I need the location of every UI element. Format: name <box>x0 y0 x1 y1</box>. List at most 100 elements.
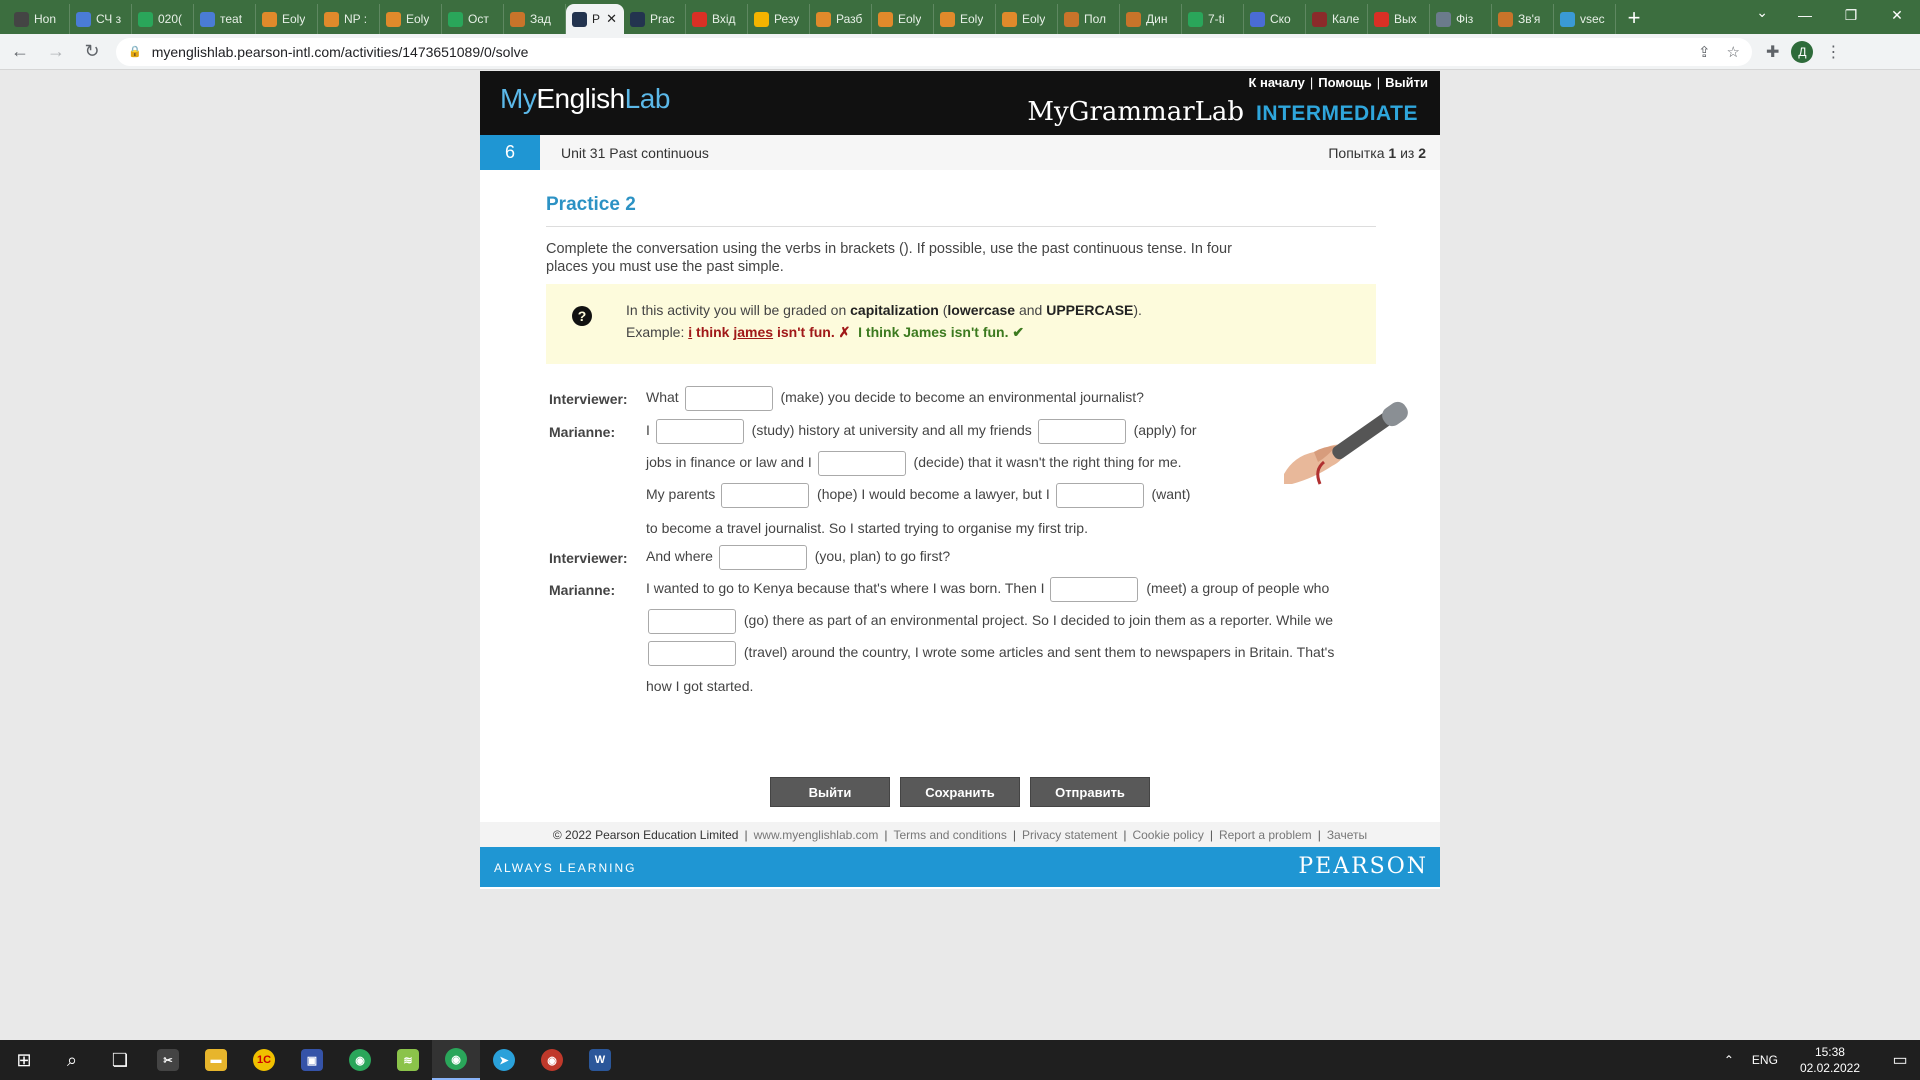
answer-input-you-plan[interactable] <box>718 545 807 570</box>
browser-tab[interactable]: Ско <box>1244 4 1306 34</box>
chrome-profile-icon[interactable]: ◉ <box>528 1040 576 1080</box>
tab-label: NP : <box>344 12 368 26</box>
lock-icon[interactable]: 🔒 <box>128 45 142 58</box>
browser-tab[interactable]: vsec <box>1554 4 1616 34</box>
footer-link-terms[interactable]: Terms and conditions <box>893 828 1006 842</box>
chrome-active-icon[interactable]: ◉ <box>432 1040 480 1080</box>
browser-tab[interactable]: 020( <box>132 4 194 34</box>
language-indicator[interactable]: ENG <box>1752 1053 1778 1067</box>
browser-tab[interactable]: Зад <box>504 4 566 34</box>
help-link[interactable]: Помощь <box>1318 75 1371 90</box>
browser-tab[interactable]: Кале <box>1306 4 1368 34</box>
notifications-icon[interactable]: ▭ <box>1880 1050 1920 1070</box>
browser-tab[interactable]: Резу <box>748 4 810 34</box>
tab-search-icon[interactable]: ⌄ <box>1756 4 1768 21</box>
clock[interactable]: 15:38 02.02.2022 <box>1800 1044 1860 1076</box>
windows-start-icon[interactable]: ⊞ <box>0 1040 48 1080</box>
browser-toolbar: ← → ↻ 🔒 myenglishlab.pearson-intl.com/ac… <box>0 34 1920 70</box>
footer-link-site[interactable]: www.myenglishlab.com <box>754 828 879 842</box>
bookmark-star-icon[interactable]: ☆ <box>1727 43 1740 61</box>
logout-link[interactable]: Выйти <box>1385 75 1428 90</box>
save-button[interactable]: Сохранить <box>900 777 1020 807</box>
browser-tab[interactable]: Вых <box>1368 4 1430 34</box>
chrome-icon[interactable]: ◉ <box>336 1040 384 1080</box>
text-segment: And where <box>646 548 713 565</box>
file-explorer-icon[interactable]: ▬ <box>192 1040 240 1080</box>
check-icon: ✔ <box>1012 324 1025 340</box>
close-window-icon[interactable]: ✕ <box>1874 0 1920 30</box>
save-disk-icon[interactable]: ▣ <box>288 1040 336 1080</box>
stack-app-icon[interactable]: ≋ <box>384 1040 432 1080</box>
browser-tab[interactable]: Hon <box>8 4 70 34</box>
task-view-icon[interactable]: ❏ <box>96 1040 144 1080</box>
answer-input-apply[interactable] <box>1037 419 1126 444</box>
browser-tab[interactable]: Ост <box>442 4 504 34</box>
browser-tab[interactable]: Eoly <box>934 4 996 34</box>
new-tab-button[interactable]: + <box>1616 4 1652 34</box>
browser-tab[interactable]: Eoly <box>380 4 442 34</box>
exit-button[interactable]: Выйти <box>770 777 890 807</box>
back-icon[interactable]: ← <box>4 37 36 67</box>
profile-avatar[interactable]: Д <box>1791 40 1814 63</box>
forward-icon[interactable]: → <box>40 37 72 67</box>
footer-link-privacy[interactable]: Privacy statement <box>1022 828 1117 842</box>
browser-menu-icon[interactable]: ⋮ <box>1825 42 1841 62</box>
browser-tab[interactable]: Зв'я <box>1492 4 1554 34</box>
word-icon[interactable]: W <box>576 1040 624 1080</box>
browser-tab[interactable]: Eoly <box>256 4 318 34</box>
submit-button[interactable]: Отправить <box>1030 777 1150 807</box>
browser-tab[interactable]: Разб <box>810 4 872 34</box>
note-end: ). <box>1133 302 1142 318</box>
answer-input-make[interactable] <box>684 386 773 411</box>
address-bar[interactable]: 🔒 myenglishlab.pearson-intl.com/activiti… <box>116 37 1752 66</box>
browser-tab[interactable]: Вхід <box>686 4 748 34</box>
myenglishlab-logo[interactable]: MyEnglishLab <box>500 83 670 115</box>
tab-label: Eoly <box>282 12 306 26</box>
browser-tab[interactable]: Prac <box>624 4 686 34</box>
answer-input-hope[interactable] <box>721 483 810 508</box>
text-segment: (meet) a group of people who <box>1146 580 1330 597</box>
app-icon-1[interactable]: ✂ <box>144 1040 192 1080</box>
browser-tab[interactable]: теаt <box>194 4 256 34</box>
browser-tab[interactable]: Фіз <box>1430 4 1492 34</box>
browser-tab[interactable]: Eoly <box>872 4 934 34</box>
footer-link-credits[interactable]: Зачеты <box>1327 828 1367 842</box>
reload-icon[interactable]: ↻ <box>76 37 108 67</box>
browser-tab[interactable]: Дин <box>1120 4 1182 34</box>
answer-input-decide[interactable] <box>817 451 906 476</box>
answer-input-go[interactable] <box>648 609 736 634</box>
answer-input-want[interactable] <box>1055 483 1144 508</box>
cross-icon: ✗ <box>838 324 851 340</box>
browser-tab[interactable]: 7-ti <box>1182 4 1244 34</box>
unit-bar: 6 Unit 31 Past continuous Попытка 1 из 2 <box>480 135 1440 170</box>
browser-tab[interactable]: Eoly <box>996 4 1058 34</box>
text-segment: (you, plan) to go first? <box>814 548 951 565</box>
answer-input-study[interactable] <box>655 419 744 444</box>
tab-close-icon[interactable]: ✕ <box>606 11 617 27</box>
browser-tabstrip: Hon СЧ з 020(теаt Eoly NP : Eoly Ост Зад P ✕ Prac В… <box>0 0 1920 34</box>
telegram-icon[interactable]: ➤ <box>480 1040 528 1080</box>
minimize-icon[interactable]: — <box>1782 0 1828 30</box>
header-links: К началу | Помощь | Выйти <box>1248 75 1429 90</box>
home-link[interactable]: К началу <box>1249 75 1305 90</box>
attempt-of: из <box>1400 145 1415 161</box>
maximize-icon[interactable]: ❐ <box>1828 0 1874 30</box>
share-icon[interactable]: ⇪ <box>1698 43 1711 61</box>
answer-input-travel[interactable] <box>648 641 736 666</box>
windows-taskbar: ⊞ ⌕ ❏ ✂ ▬ 1С ▣ ◉ ≋ ◉ ➤ ◉ W ⌃ ENG 15:38 02… <box>0 1040 1920 1080</box>
tray-chevron-icon[interactable]: ⌃ <box>1724 1053 1734 1067</box>
url-text: myenglishlab.pearson-intl.com/activities… <box>151 43 529 60</box>
search-icon[interactable]: ⌕ <box>48 1040 96 1080</box>
browser-tab[interactable]: Пол <box>1058 4 1120 34</box>
tab-favicon-icon <box>200 11 215 27</box>
1c-icon[interactable]: 1С <box>240 1040 288 1080</box>
question-icon: ? <box>572 306 592 326</box>
extensions-puzzle-icon[interactable]: ✚ <box>1766 42 1779 62</box>
answer-input-meet[interactable] <box>1050 577 1139 602</box>
footer-link-cookie[interactable]: Cookie policy <box>1132 828 1203 842</box>
browser-tab[interactable]: NP : <box>318 4 380 34</box>
footer-link-report[interactable]: Report a problem <box>1219 828 1312 842</box>
product-name: MyGrammarLab <box>1027 97 1245 127</box>
browser-tab[interactable]: P ✕ <box>566 4 624 34</box>
browser-tab[interactable]: СЧ з <box>70 4 132 34</box>
